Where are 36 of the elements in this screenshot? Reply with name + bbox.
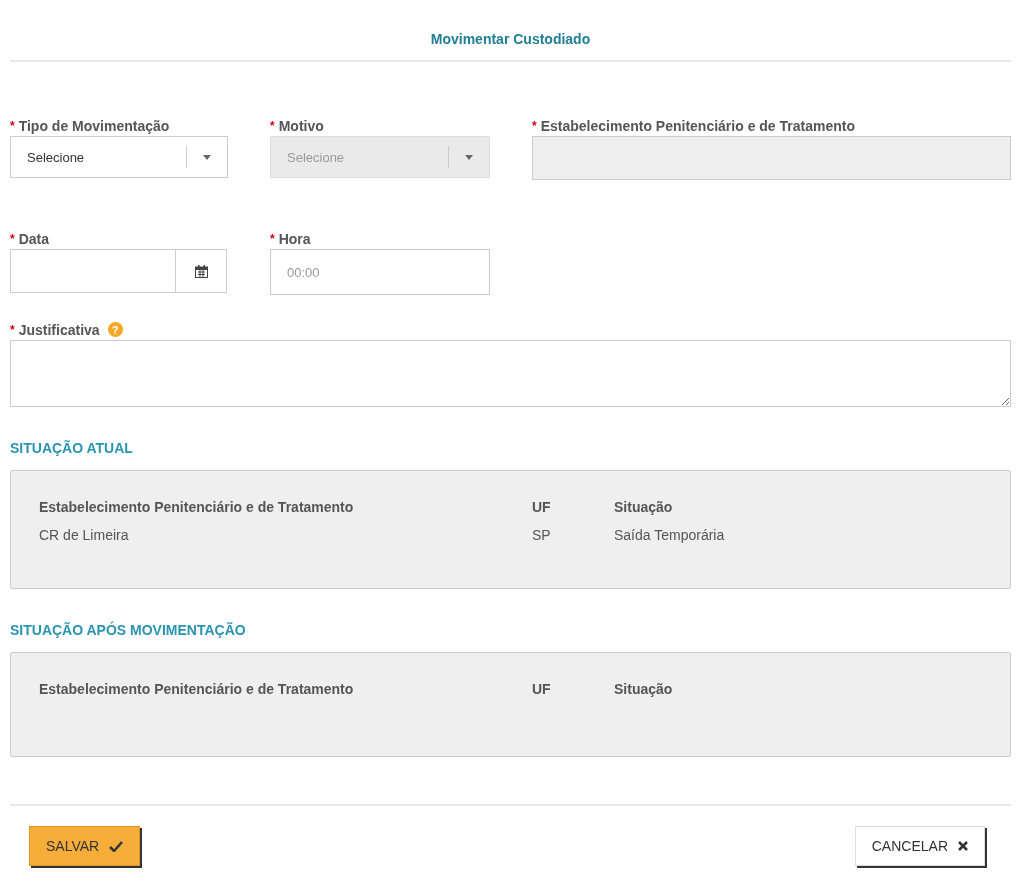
field-label: * Data xyxy=(10,229,51,249)
table-cell-text: SP xyxy=(532,527,552,545)
required-mark: * xyxy=(10,231,15,246)
save-button[interactable]: SALVAR xyxy=(29,826,141,866)
field-label: * Hora xyxy=(270,229,312,249)
check-icon xyxy=(109,840,124,852)
table-cell-text: CR de Limeira xyxy=(39,527,130,545)
column-header: Estabelecimento Penitenciário e de Tratamento xyxy=(39,681,355,699)
required-mark: * xyxy=(532,118,537,133)
field-label: * Justificativa ? xyxy=(10,319,1011,340)
select-field[interactable]: Selecione xyxy=(10,136,228,178)
section-heading: SITUAÇÃO ATUAL xyxy=(10,440,134,458)
field-label: * Estabelecimento Penitenciário e de Tratamento xyxy=(532,116,856,136)
required-mark: * xyxy=(270,118,275,133)
calendar-button[interactable] xyxy=(176,249,227,293)
column-header: UF xyxy=(532,499,552,517)
cancel-button[interactable]: CANCELAR xyxy=(854,826,985,866)
field-label: * Tipo de Movimentação xyxy=(10,116,171,136)
required-mark: * xyxy=(10,118,15,133)
caret-icon xyxy=(203,154,211,160)
dialog-title: Movimentar Custodiado xyxy=(10,0,1011,62)
column-header: UF xyxy=(532,681,552,699)
close-icon xyxy=(958,841,968,851)
column-header: Situação xyxy=(614,681,674,699)
required-mark: * xyxy=(10,322,15,337)
calendar-icon xyxy=(194,264,208,278)
text-field[interactable]: 00:00 xyxy=(270,249,490,295)
justification-field[interactable] xyxy=(10,340,1011,407)
table-cell-text: Saída Temporária xyxy=(614,527,726,545)
section-heading: SITUAÇÃO APÓS MOVIMENTAÇÃO xyxy=(10,622,247,640)
required-mark: * xyxy=(270,231,275,246)
caret-icon xyxy=(465,154,473,160)
date-field[interactable] xyxy=(10,249,176,293)
field-label: * Motivo xyxy=(270,116,325,136)
column-header: Estabelecimento Penitenciário e de Tratamento xyxy=(39,499,355,517)
column-header: Situação xyxy=(614,499,674,517)
